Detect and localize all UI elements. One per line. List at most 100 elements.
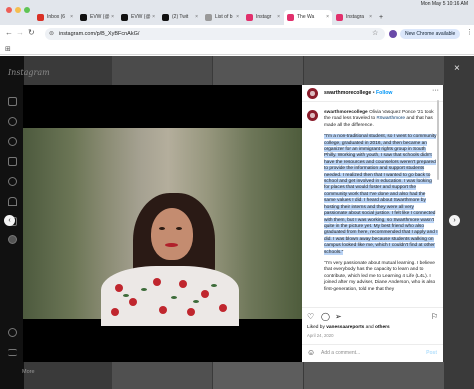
blouse-flower	[179, 280, 187, 288]
blouse-flower	[219, 304, 227, 312]
close-tab-icon[interactable]: ×	[277, 10, 280, 25]
close-icon[interactable]: ×	[454, 63, 460, 74]
caption-avatar[interactable]	[307, 110, 318, 121]
follow-button[interactable]: Follow	[376, 90, 392, 96]
account-avatar[interactable]	[307, 88, 318, 99]
tab-evw-1[interactable]: EVW (@ ×	[77, 10, 117, 25]
tab-evw-2[interactable]: EVW (@ ×	[118, 10, 158, 25]
close-window-button[interactable]	[6, 7, 12, 13]
close-tab-icon[interactable]: ×	[326, 10, 329, 25]
explore-icon[interactable]	[8, 137, 17, 146]
tab-instagram-1[interactable]: Instagr ×	[243, 10, 283, 25]
new-tab-button[interactable]: +	[377, 10, 387, 25]
username-link[interactable]: swarthmorecollege	[324, 90, 371, 96]
comment-icon[interactable]: ◯	[321, 312, 330, 321]
tab-instagram-active[interactable]: The Wa ×	[284, 10, 332, 25]
maximize-window-button[interactable]	[24, 7, 30, 13]
tab-instagram-3[interactable]: Instagra ×	[333, 10, 375, 25]
site-info-icon[interactable]: ⊜	[49, 28, 54, 40]
tab-inbox[interactable]: Inbox (6 ×	[34, 10, 76, 25]
profile-avatar-icon[interactable]	[389, 30, 397, 38]
comment-input[interactable]: Add a comment...	[321, 350, 360, 356]
tab-twitter[interactable]: (2) Twit ×	[159, 10, 201, 25]
comment-box: ☺ Add a comment... Post	[302, 344, 443, 362]
post-caption: swarthmorecollege Olivia Vasquez Ponce '…	[324, 110, 438, 292]
reload-icon[interactable]: ↻	[28, 28, 35, 37]
liked-by-others-link[interactable]: others	[375, 325, 390, 330]
url-field[interactable]: ⊜ instagram.com/p/B_XyBFcnAkG/	[45, 28, 385, 40]
post-author: swarthmorecollege • Follow	[324, 90, 393, 96]
wikipedia-icon	[205, 14, 212, 21]
post-comment-button[interactable]: Post	[426, 350, 437, 356]
close-tab-icon[interactable]: ×	[236, 10, 239, 25]
blouse-leaf	[211, 284, 217, 287]
forward-icon[interactable]: →	[16, 28, 24, 37]
menubar-clock: Mon May 5 10:16 AM	[420, 1, 468, 7]
instagram-icon	[336, 14, 343, 21]
emoji-icon[interactable]: ☺	[307, 348, 315, 357]
bookmark-star-icon[interactable]: ☆	[372, 29, 378, 37]
search-icon[interactable]	[8, 117, 17, 126]
more-label[interactable]: More	[22, 369, 35, 375]
caption-scrollbar[interactable]	[437, 100, 439, 180]
x-icon	[162, 14, 169, 21]
profile-grid-tile	[304, 362, 444, 389]
profile-grid-tile	[112, 56, 212, 85]
blouse-flower	[129, 298, 137, 306]
instagram-logo[interactable]: Instagram	[8, 68, 50, 77]
apps-grid-icon[interactable]: ⊞	[5, 45, 11, 53]
blouse-flower	[153, 278, 161, 286]
profile-grid-tile	[304, 56, 444, 85]
post-actions: ♡ ◯ ➢ ⚐ Liked by vanessaareports and oth…	[302, 307, 443, 338]
close-tab-icon[interactable]: ×	[195, 10, 198, 25]
photo-subject-lips	[165, 243, 178, 247]
photo-subject-eye	[159, 227, 165, 230]
blouse-leaf	[171, 296, 177, 299]
save-bookmark-icon[interactable]: ⚐	[431, 312, 438, 321]
minimize-window-button[interactable]	[15, 7, 21, 13]
instagram-icon	[287, 14, 294, 21]
profile-grid-tile	[213, 362, 303, 389]
photo-subject-eye	[176, 227, 182, 230]
home-icon[interactable]	[8, 97, 17, 106]
more-options-icon[interactable]: ···	[432, 87, 439, 94]
caption-quote: "I'm very passionate about mutual learni…	[324, 260, 436, 292]
photo-subject-blouse	[101, 266, 239, 326]
close-tab-icon[interactable]: ×	[70, 10, 73, 25]
close-tab-icon[interactable]: ×	[369, 10, 372, 25]
blouse-flower	[111, 308, 119, 316]
menu-icon[interactable]	[8, 349, 17, 356]
notifications-icon[interactable]	[8, 197, 17, 206]
share-icon[interactable]: ➢	[335, 312, 342, 321]
previous-post-button[interactable]: ‹	[4, 215, 15, 226]
reels-icon[interactable]	[8, 157, 17, 166]
post-date: April 24, 2020	[307, 333, 334, 338]
liked-by: Liked by vanessaareports and others	[307, 325, 390, 330]
address-bar-row: ← → ↻ ⊜ instagram.com/p/B_XyBFcnAkG/ ☆ N…	[0, 25, 474, 43]
new-chrome-available-button[interactable]: New Chrome available	[400, 29, 461, 39]
chrome-menu-icon[interactable]: ⋮	[466, 28, 473, 36]
post-details-panel: swarthmorecollege • Follow ··· swarthmor…	[302, 85, 443, 362]
close-tab-icon[interactable]: ×	[111, 10, 114, 25]
next-post-button[interactable]: ›	[449, 215, 460, 226]
hashtag-link[interactable]: #Swarthmore	[377, 116, 406, 121]
post-media[interactable]	[23, 85, 302, 362]
post-photo	[23, 128, 302, 326]
liked-by-user-link[interactable]: vanessaareports	[326, 325, 364, 330]
profile-grid-tile	[112, 362, 212, 389]
profile-grid-tile	[213, 56, 303, 85]
blouse-leaf	[141, 288, 147, 291]
tab-wikipedia-list[interactable]: List of b ×	[202, 10, 242, 25]
close-tab-icon[interactable]: ×	[152, 10, 155, 25]
caption-username[interactable]: swarthmorecollege	[324, 110, 368, 115]
blouse-leaf	[193, 300, 199, 303]
back-icon[interactable]: ←	[5, 28, 13, 37]
messages-icon[interactable]	[8, 177, 17, 186]
x-icon	[121, 14, 128, 21]
profile-avatar-icon[interactable]	[8, 235, 17, 244]
bookmarks-bar: ⊞	[0, 43, 474, 55]
like-heart-icon[interactable]: ♡	[307, 312, 314, 321]
threads-icon[interactable]	[8, 328, 17, 337]
blouse-flower	[187, 308, 195, 316]
post-header: swarthmorecollege • Follow ···	[302, 85, 443, 102]
